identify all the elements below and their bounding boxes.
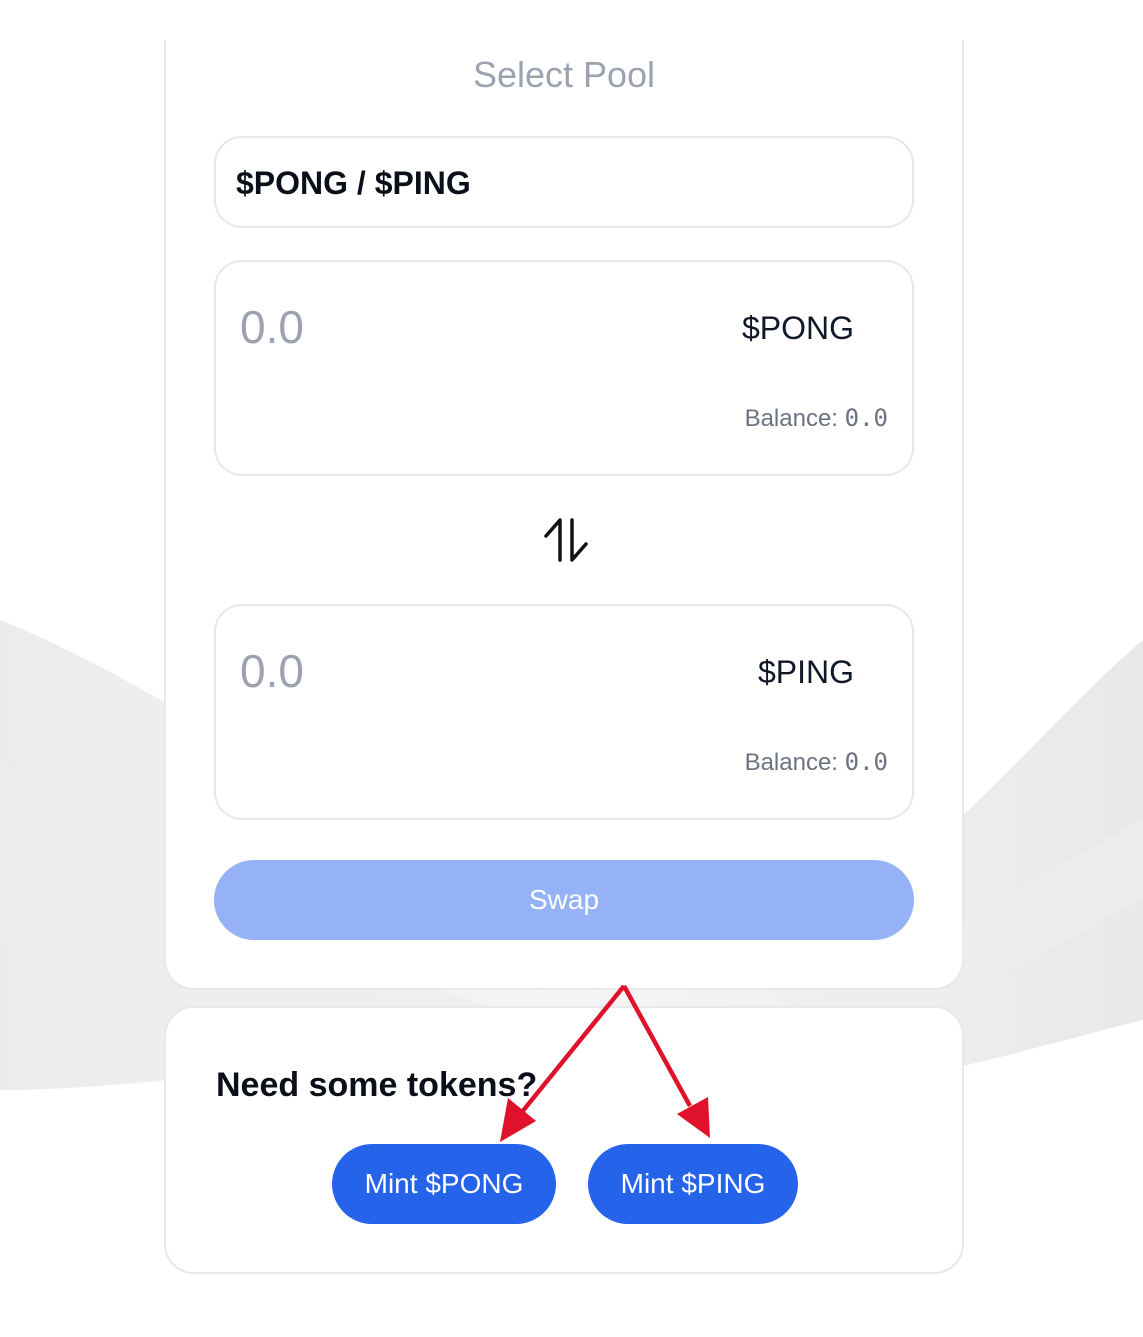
pool-select-value: $PONG / $PING xyxy=(236,165,471,201)
to-token-box: 0.0 $PING Balance: 0.0 xyxy=(214,604,914,820)
to-balance-value: 0.0 xyxy=(844,748,888,776)
to-token-label: $PING xyxy=(757,654,854,690)
from-token-box: 0.0 $PONG Balance: 0.0 xyxy=(214,260,914,476)
from-balance-value: 0.0 xyxy=(844,404,888,432)
from-token-label: $PONG xyxy=(741,310,854,346)
mint-heading: Need some tokens? xyxy=(216,1066,538,1104)
from-amount-input[interactable]: 0.0 xyxy=(240,300,304,354)
mint-ping-button[interactable]: Mint $PING xyxy=(588,1144,798,1224)
mint-pong-button[interactable]: Mint $PONG xyxy=(332,1144,556,1224)
swap-card: Select Pool $PONG / $PING 0.0 $PONG Bala… xyxy=(164,40,964,990)
to-balance: Balance: 0.0 xyxy=(745,748,888,777)
swap-direction-icon[interactable] xyxy=(540,514,592,566)
to-amount-input[interactable]: 0.0 xyxy=(240,644,304,698)
to-balance-label: Balance: xyxy=(744,749,838,776)
select-pool-title: Select Pool xyxy=(472,54,656,92)
select-pool-title-clip: Select Pool xyxy=(166,40,962,92)
mint-card: Need some tokens? Mint $PONG Mint $PING xyxy=(164,1006,964,1274)
swap-button[interactable]: Swap xyxy=(214,860,914,940)
from-balance-label: Balance: xyxy=(744,405,838,432)
pool-select[interactable]: $PONG / $PING xyxy=(214,136,914,228)
swap-vertical-arrows-icon xyxy=(544,518,588,562)
from-balance: Balance: 0.0 xyxy=(745,404,888,433)
